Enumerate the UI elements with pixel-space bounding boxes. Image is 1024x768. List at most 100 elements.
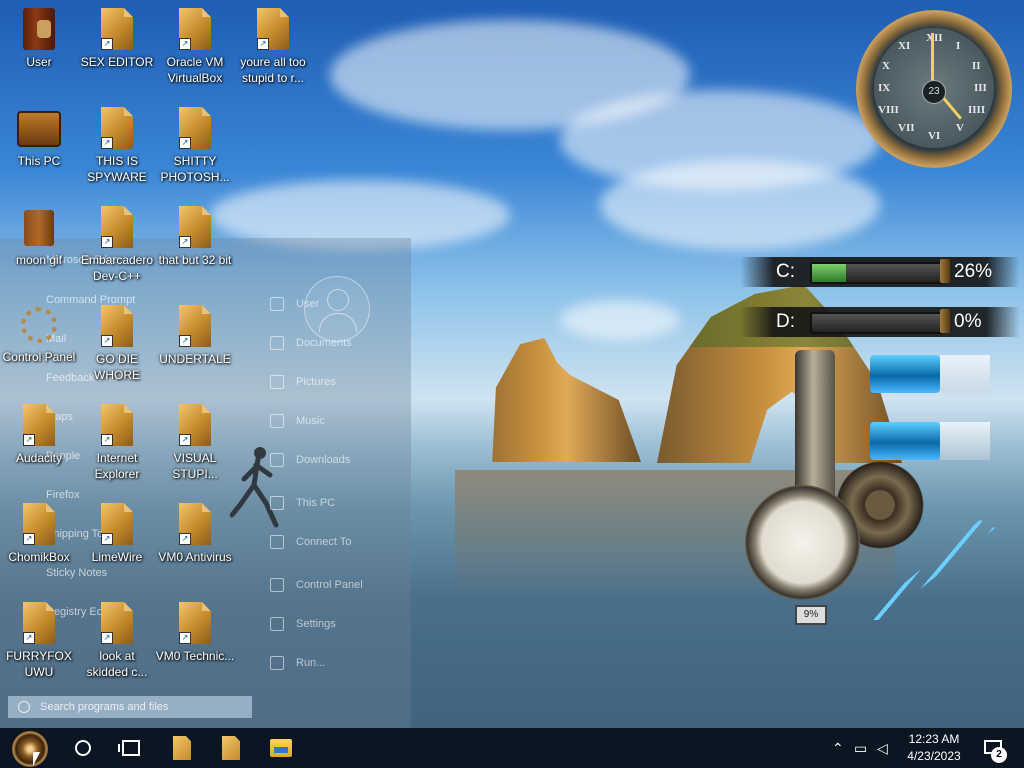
rock-left	[492, 338, 641, 462]
drive-percent: 26%	[954, 261, 993, 282]
taskbar-date: 4/23/2023	[907, 749, 961, 763]
drive-meter-c[interactable]: C: 26%	[740, 257, 1020, 287]
start-right-item[interactable]: Settings	[270, 614, 336, 634]
start-right-item[interactable]: Pictures	[270, 372, 336, 392]
cortana-circle-icon[interactable]	[75, 740, 91, 756]
steampunk-clock-widget[interactable]: XII I II III IIII V VI VII VIII IX X XI …	[856, 10, 1012, 168]
clock-date: 23	[922, 80, 946, 104]
file-icon: ↗	[101, 602, 133, 644]
file-icon: ↗	[23, 503, 55, 545]
start-button[interactable]	[12, 731, 48, 767]
control-panel-icon	[21, 307, 57, 343]
file-icon: ↗	[257, 8, 289, 50]
start-right-item[interactable]: Music	[270, 411, 325, 431]
desktop-icon[interactable]: ↗ ChomikBox	[0, 495, 79, 565]
start-right-item[interactable]: Connect To	[270, 532, 351, 552]
desktop-icon[interactable]: ↗ Oracle VM VirtualBox	[155, 0, 235, 86]
taskbar: ⌃ ▭ ◁ 12:23 AM 4/23/2023 2	[0, 728, 1024, 768]
file-icon: ↗	[101, 8, 133, 50]
volume-muted-icon[interactable]: ◁	[877, 728, 888, 768]
drive-bar-fill	[812, 264, 846, 282]
desktop-icon[interactable]: ↗ that but 32 bit	[155, 198, 235, 268]
computer-icon	[270, 496, 284, 510]
desktop-icon[interactable]: ↗ FURRYFOX UWU	[0, 594, 79, 680]
desktop-icon[interactable]: Control Panel	[0, 297, 79, 365]
taskbar-app-file-icon[interactable]	[173, 736, 191, 760]
desktop-icon[interactable]: ↗ Embarcadero Dev-C++	[77, 198, 157, 284]
mouse-cursor-icon	[33, 752, 40, 766]
ram-tube	[870, 355, 990, 393]
cpu-percent: 9%	[795, 605, 827, 625]
file-icon: ↗	[179, 404, 211, 446]
drive-percent: 0%	[954, 311, 982, 332]
taskbar-app-file-icon[interactable]	[222, 736, 240, 760]
music-icon	[270, 414, 284, 428]
start-right-item[interactable]: User	[270, 294, 319, 314]
settings-icon	[270, 617, 284, 631]
steampunk-pipe-widget[interactable]: 9%	[745, 350, 1005, 650]
file-icon: ↗	[101, 305, 133, 347]
start-right-item[interactable]: Documents	[270, 333, 352, 353]
start-right-item[interactable]: Run...	[270, 653, 325, 673]
desktop-icon[interactable]: ↗ Audacity	[0, 396, 79, 466]
desktop-icon[interactable]: ↗ GO DIE WHORE	[77, 297, 157, 383]
notification-icon[interactable]: 2	[984, 740, 1007, 763]
desktop-icon[interactable]: This PC	[0, 99, 79, 169]
drive-cap-icon	[940, 309, 950, 333]
desktop-icon[interactable]: ↗ SEX EDITOR	[77, 0, 157, 70]
taskbar-time: 12:23 AM	[908, 732, 960, 746]
file-icon: ↗	[101, 503, 133, 545]
drive-label: C:	[776, 261, 795, 282]
drive-bar	[810, 312, 944, 334]
file-icon: ↗	[101, 107, 133, 149]
search-placeholder: Search programs and files	[40, 701, 169, 713]
desktop-icon[interactable]: ↗ Internet Explorer	[77, 396, 157, 482]
downloads-icon	[270, 453, 284, 467]
file-explorer-icon[interactable]	[270, 739, 292, 757]
start-search-input[interactable]: Search programs and files	[8, 696, 252, 718]
desktop-icon[interactable]: ↗ VISUAL STUPI...	[155, 396, 235, 482]
pressure-gauge-icon	[745, 485, 860, 600]
file-icon: ↗	[101, 404, 133, 446]
task-view-icon[interactable]	[118, 740, 140, 756]
chevron-up-icon[interactable]: ⌃	[832, 728, 844, 768]
drive-label: D:	[776, 311, 795, 332]
file-icon: ↗	[23, 602, 55, 644]
start-right-item[interactable]: This PC	[270, 493, 335, 513]
file-icon: ↗	[101, 206, 133, 248]
user-icon	[270, 297, 284, 311]
start-item[interactable]: Sticky Notes	[46, 567, 107, 579]
file-icon: ↗	[179, 107, 211, 149]
file-icon: ↗	[179, 305, 211, 347]
desktop-icon[interactable]: ↗ LimeWire	[77, 495, 157, 565]
file-icon: ↗	[179, 206, 211, 248]
desktop-icon[interactable]: User	[0, 0, 79, 70]
desktop-icon[interactable]: ↗ SHITTY PHOTOSH...	[155, 99, 235, 185]
file-icon: ↗	[23, 404, 55, 446]
drive-cap-icon	[940, 259, 950, 283]
start-right-item[interactable]: Downloads	[270, 450, 350, 470]
drive-bar	[810, 262, 944, 284]
run-icon	[270, 656, 284, 670]
desktop-icon[interactable]: moon gif	[0, 198, 79, 268]
connect-icon	[270, 535, 284, 549]
documents-icon	[270, 336, 284, 350]
desktop-icon[interactable]: ↗ VM0 Antivirus	[155, 495, 235, 565]
start-right-item[interactable]: Control Panel	[270, 575, 363, 595]
pictures-icon	[270, 375, 284, 389]
moon-gif-icon	[24, 210, 54, 246]
desktop-icon[interactable]: ↗ youre all too stupid to r...	[233, 0, 313, 86]
search-icon	[18, 701, 30, 713]
this-pc-icon	[17, 111, 61, 147]
control-panel-icon	[270, 578, 284, 592]
desktop-icon[interactable]: ↗ UNDERTALE	[155, 297, 235, 367]
network-icon[interactable]: ▭	[854, 728, 867, 768]
desktop-icon[interactable]: ↗ VM0 Technic...	[155, 594, 235, 664]
drive-meter-d[interactable]: D: 0%	[740, 307, 1020, 337]
taskbar-clock[interactable]: 12:23 AM 4/23/2023	[896, 731, 972, 765]
desktop-icon[interactable]: ↗ look at skidded c...	[77, 594, 157, 680]
user-folder-icon	[23, 8, 55, 50]
file-icon: ↗	[179, 503, 211, 545]
notification-count: 2	[991, 747, 1007, 763]
desktop-icon[interactable]: ↗ THIS IS SPYWARE	[77, 99, 157, 185]
